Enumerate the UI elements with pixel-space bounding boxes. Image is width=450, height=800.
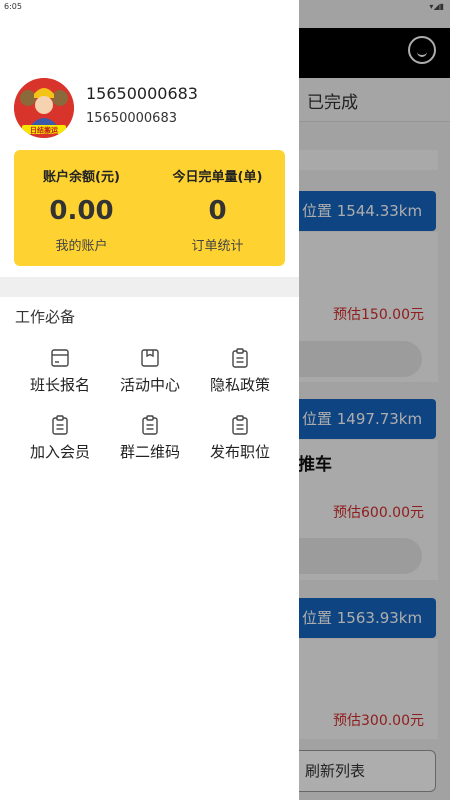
section-title: 工作必备 (15, 308, 76, 326)
status-icons: ▾◢▮ (429, 2, 444, 11)
menu-label: 隐私政策 (209, 376, 270, 394)
clipboard-icon (52, 415, 68, 435)
clipboard-icon (232, 415, 248, 435)
menu-label: 群二维码 (119, 443, 180, 461)
status-bar: 6:05 ▾◢▮ (0, 0, 450, 14)
menu-label: 活动中心 (119, 376, 180, 394)
clipboard-icon (232, 348, 248, 368)
section-divider (0, 277, 299, 297)
menu-label: 加入会员 (29, 443, 90, 461)
orders-value: 0 (208, 196, 227, 226)
avatar-illustration: 日结搬运 (14, 78, 74, 138)
card-icon (51, 349, 69, 367)
avatar-logo-text: 日结搬运 (30, 126, 59, 135)
menu-item-team-leader-signup[interactable]: 班长报名 (15, 348, 105, 404)
balance-label: 账户余额(元) (43, 170, 120, 185)
menu-item-activity-center[interactable]: 活动中心 (105, 348, 195, 404)
navigation-drawer: 日结搬运 15650000683 15650000683 账户余额(元) 0.0… (0, 0, 299, 800)
profile-phone: 15650000683 (86, 84, 198, 103)
orders-stat[interactable]: 今日完单量(单) 0 订单统计 (150, 150, 285, 266)
orders-label: 今日完单量(单) (172, 170, 263, 185)
clipboard-icon (142, 415, 158, 435)
profile-account: 15650000683 (86, 111, 177, 126)
avatar[interactable]: 日结搬运 (14, 78, 74, 138)
menu-item-group-qr-code[interactable]: 群二维码 (105, 415, 195, 471)
menu-label: 发布职位 (209, 443, 270, 461)
menu-item-privacy-policy[interactable]: 隐私政策 (195, 348, 285, 404)
menu-item-join-membership[interactable]: 加入会员 (15, 415, 105, 471)
order-stats-link[interactable]: 订单统计 (150, 235, 285, 254)
stats-card: 账户余额(元) 0.00 我的账户 今日完单量(单) 0 订单统计 (14, 150, 285, 266)
balance-value: 0.00 (49, 196, 114, 226)
balance-stat[interactable]: 账户余额(元) 0.00 我的账户 (14, 150, 149, 266)
menu-item-post-job[interactable]: 发布职位 (195, 415, 285, 471)
profile-header[interactable]: 日结搬运 15650000683 15650000683 (14, 78, 284, 138)
gift-box-icon (141, 349, 159, 367)
menu-label: 班长报名 (29, 376, 90, 394)
my-account-link[interactable]: 我的账户 (14, 235, 149, 254)
status-time: 6:05 (4, 2, 22, 11)
